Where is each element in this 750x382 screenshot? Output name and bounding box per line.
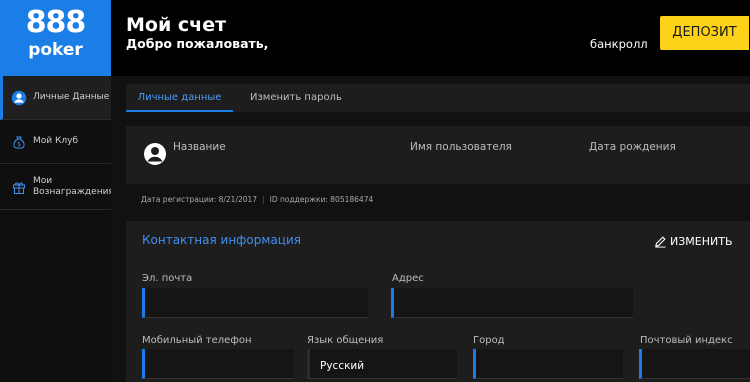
tab-bar: Личные данные Изменить пароль <box>126 84 750 112</box>
address-label: Адрес <box>392 273 424 284</box>
email-label: Эл. почта <box>142 273 193 284</box>
dob-label: Дата рождения <box>589 141 676 153</box>
welcome-text: Добро пожаловать, <box>126 36 269 51</box>
sidebar: Личные Данные $ Мой Клуб Мои Вознагражде… <box>0 76 114 382</box>
brand-logo[interactable]: 888 poker <box>0 0 111 76</box>
mobile-label: Мобильный телефон <box>142 335 252 346</box>
email-field[interactable] <box>142 288 368 318</box>
tab-personal-data[interactable]: Личные данные <box>126 84 233 112</box>
sidebar-item-personal-data[interactable]: Личные Данные <box>0 76 111 120</box>
sidebar-item-label: Личные Данные <box>33 92 110 102</box>
edit-button-label: ИЗМЕНИТЬ <box>670 234 733 248</box>
logo-main-text: 888 <box>25 5 87 40</box>
name-label: Название <box>173 141 226 153</box>
city-field[interactable] <box>473 349 623 379</box>
app-root: 888 poker Мой счет Добро пожаловать, бан… <box>0 0 750 382</box>
postal-code-field[interactable] <box>639 349 750 379</box>
account-meta: Дата регистрации: 8/21/2017 | ID поддержки… <box>141 195 374 204</box>
profile-card: Название Имя пользователя Дата рождения <box>126 126 750 184</box>
sidebar-item-label: Мои Вознаграждения <box>33 175 114 197</box>
mobile-field[interactable] <box>142 349 294 379</box>
svg-text:$: $ <box>17 141 21 148</box>
top-bar: 888 poker Мой счет Добро пожаловать, бан… <box>0 0 750 76</box>
avatar-icon <box>143 142 167 166</box>
main-content: Личные данные Изменить пароль Название И… <box>111 76 750 382</box>
postal-code-label: Почтовый индекс <box>640 335 733 346</box>
moneybag-icon: $ <box>11 134 27 150</box>
address-field[interactable] <box>391 288 633 318</box>
support-id: ID поддержки: 805186474 <box>269 195 374 204</box>
sidebar-item-label: Мой Клуб <box>33 136 78 146</box>
logo-sub-text: poker <box>28 40 83 60</box>
bankroll-label: банкролл <box>590 37 648 51</box>
contact-info-title: Контактная информация <box>142 233 301 247</box>
edit-button[interactable]: ИЗМЕНИТЬ <box>654 232 738 250</box>
user-circle-icon <box>11 90 27 106</box>
pencil-icon <box>655 235 666 248</box>
page-title: Мой счет <box>126 14 227 36</box>
language-label: Язык общения <box>307 335 384 346</box>
sidebar-item-rewards[interactable]: Мои Вознаграждения <box>0 164 114 210</box>
registration-date: Дата регистрации: 8/21/2017 <box>141 195 258 204</box>
gift-icon <box>11 179 27 195</box>
contact-info-card: Контактная информация ИЗМЕНИТЬ Эл. почта… <box>126 221 750 382</box>
tab-change-password[interactable]: Изменить пароль <box>250 84 342 112</box>
username-label: Имя пользователя <box>410 141 512 153</box>
city-label: Город <box>473 335 505 346</box>
language-value: Русский <box>320 360 365 372</box>
sidebar-item-my-club[interactable]: $ Мой Клуб <box>0 120 111 164</box>
deposit-button[interactable]: ДЕПОЗИТ <box>660 16 749 50</box>
